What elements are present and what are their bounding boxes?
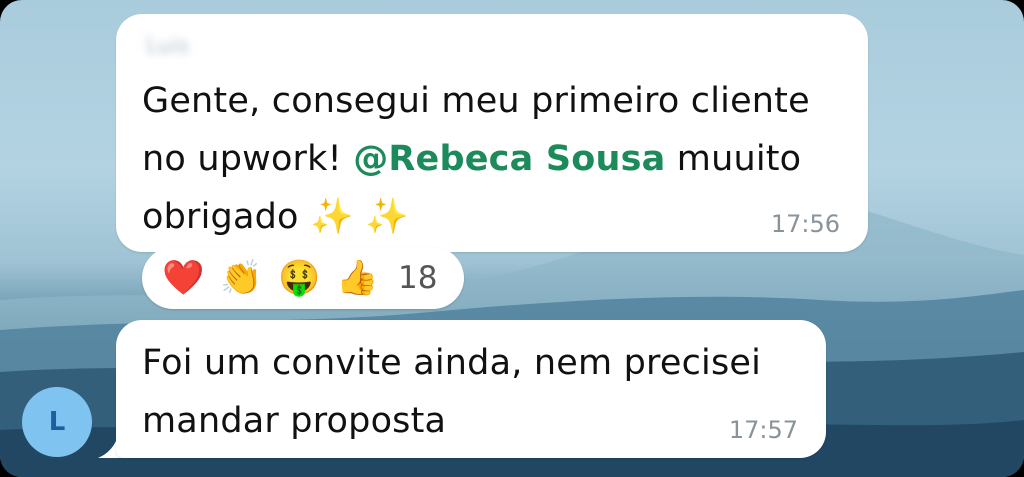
message-text: Foi um convite ainda, nem precisei manda… bbox=[142, 343, 762, 441]
message-bubble-2[interactable]: Foi um convite ainda, nem precisei manda… bbox=[116, 320, 826, 458]
clapping-hands-icon[interactable]: 👏 bbox=[220, 258, 278, 298]
money-mouth-face-icon[interactable]: 🤑 bbox=[278, 258, 336, 298]
avatar[interactable]: L bbox=[22, 387, 92, 457]
message-text: Gente, consegui meu primeiro cliente no … bbox=[142, 72, 852, 246]
reactions-bar[interactable]: ❤️ 👏 🤑 👍 18 bbox=[142, 247, 464, 309]
reaction-count[interactable]: 18 bbox=[398, 260, 437, 296]
red-heart-icon[interactable]: ❤️ bbox=[162, 258, 220, 298]
mention-link[interactable]: @Rebeca Sousa bbox=[353, 139, 665, 179]
message-time: 17:57 bbox=[728, 416, 798, 444]
sender-name[interactable]: Luis bbox=[146, 34, 189, 59]
message-bubble-1[interactable]: Luis Gente, consegui meu primeiro client… bbox=[116, 14, 868, 252]
message-time: 17:56 bbox=[770, 210, 840, 238]
thumbs-up-icon[interactable]: 👍 bbox=[336, 258, 394, 298]
